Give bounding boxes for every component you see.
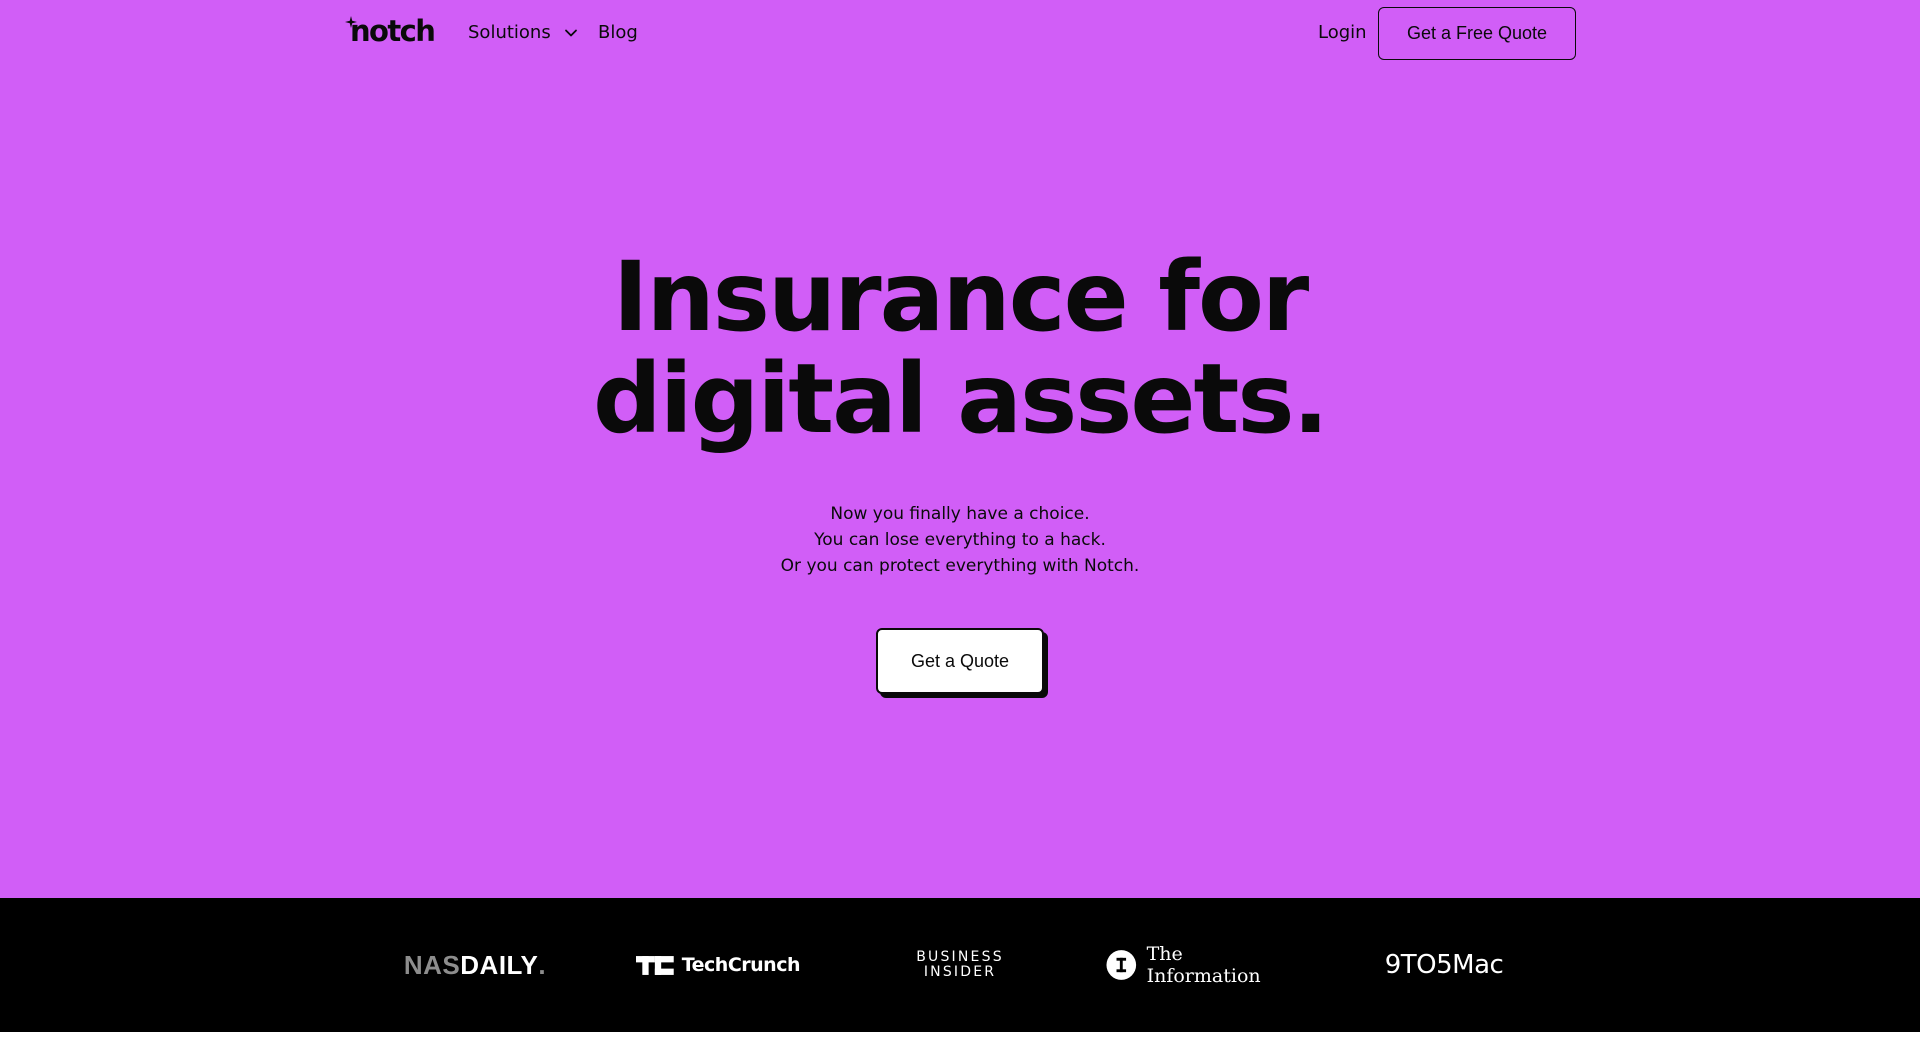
subtext-line-1: Now you finally have a choice. bbox=[830, 504, 1090, 524]
notch-logo[interactable]: notch bbox=[344, 14, 436, 48]
bi-line-2: INSIDER bbox=[923, 964, 997, 980]
headline-line-1: Insurance for bbox=[612, 241, 1310, 353]
get-free-quote-button[interactable]: Get a Free Quote bbox=[1378, 7, 1576, 60]
the-information-wordmark: The Information bbox=[1146, 943, 1261, 987]
headline-line-2: digital assets. bbox=[593, 343, 1329, 455]
get-quote-button[interactable]: Get a Quote bbox=[876, 628, 1044, 694]
logo-wordmark: notch bbox=[350, 14, 436, 48]
hero-headline: Insurance for digital assets. bbox=[0, 246, 1920, 450]
nav-login-link[interactable]: Login bbox=[1318, 20, 1367, 46]
techcrunch-wordmark: TechCrunch bbox=[681, 954, 801, 976]
techcrunch-mark-icon bbox=[636, 955, 674, 975]
nav-solutions-label: Solutions bbox=[468, 22, 551, 43]
nasdaily-nas: NAS bbox=[403, 949, 461, 980]
top-navigation: notch Solutions Blog Login Get a Free Qu… bbox=[0, 0, 1920, 66]
nasdaily-dot: . bbox=[538, 949, 547, 980]
nav-blog-link[interactable]: Blog bbox=[598, 20, 638, 46]
subtext-line-3: Or you can protect everything with Notch… bbox=[780, 556, 1140, 576]
press-logos-bar: NAS DAILY . TechCrunch BUSINESS INSIDER … bbox=[0, 898, 1920, 1032]
9to5mac-logo: 9TO5Mac bbox=[1384, 950, 1504, 980]
hero-subtext: Now you finally have a choice. You can l… bbox=[0, 501, 1920, 579]
bi-line-1: BUSINESS bbox=[916, 949, 1004, 965]
nasdaily-daily: DAILY bbox=[460, 949, 539, 980]
the-information-logo: The Information bbox=[1106, 898, 1296, 1032]
subtext-line-2: You can lose everything to a hack. bbox=[814, 530, 1106, 550]
sparkle-icon bbox=[345, 16, 357, 28]
business-insider-logo: BUSINESS INSIDER bbox=[912, 898, 1008, 1032]
the-information-mark-icon bbox=[1106, 950, 1137, 980]
nasdaily-logo: NAS DAILY . bbox=[404, 898, 546, 1032]
techcrunch-logo: TechCrunch bbox=[636, 898, 801, 1032]
hero-section: notch Solutions Blog Login Get a Free Qu… bbox=[0, 0, 1920, 898]
chevron-down-icon bbox=[564, 29, 577, 37]
nav-solutions-dropdown[interactable]: Solutions bbox=[468, 20, 579, 46]
